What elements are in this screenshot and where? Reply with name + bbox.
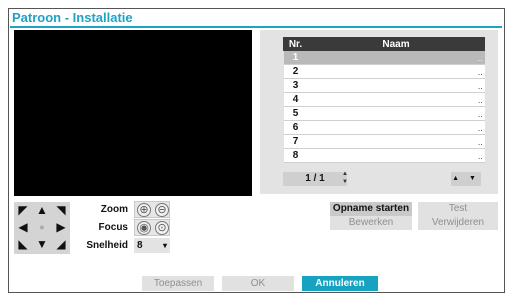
spin-down-icon[interactable]: ▼ <box>341 178 349 186</box>
speed-select[interactable]: 8 ▾ <box>134 238 170 253</box>
row-number: 7 <box>283 134 308 149</box>
page-spinner[interactable]: ▲ ▼ <box>341 170 349 186</box>
row-number: 8 <box>283 148 308 163</box>
ok-button[interactable]: OK <box>222 276 294 291</box>
row-name[interactable]: .. <box>307 134 485 149</box>
row-number: 5 <box>283 106 308 121</box>
row-name[interactable]: .. <box>307 92 485 107</box>
edit-name-button[interactable]: .. <box>478 69 482 77</box>
row-name[interactable]: .. <box>307 120 485 135</box>
pan-up-left-button[interactable]: ◤ <box>14 202 32 219</box>
cancel-button[interactable]: Annuleren <box>302 276 378 291</box>
video-preview <box>14 30 252 196</box>
table-row[interactable]: 2 .. <box>283 64 485 79</box>
test-button[interactable]: Test <box>418 202 498 216</box>
title-divider <box>10 26 502 28</box>
row-number: 1 <box>283 50 308 65</box>
zoom-out-icon[interactable]: ⊖ <box>155 203 169 217</box>
edit-name-button[interactable]: .. <box>478 97 482 105</box>
chevron-down-icon: ▾ <box>162 241 167 250</box>
zoom-in-icon[interactable]: ⊕ <box>137 203 151 217</box>
edit-name-button[interactable]: .. <box>478 153 482 161</box>
table-row[interactable]: 5 .. <box>283 106 485 121</box>
row-name[interactable]: .. <box>307 78 485 93</box>
pan-down-left-button[interactable]: ◣ <box>14 236 32 253</box>
table-row[interactable]: 4 .. <box>283 92 485 107</box>
table-row[interactable]: 8 .. <box>283 148 485 163</box>
start-recording-button[interactable]: Opname starten <box>330 202 412 216</box>
spin-up-icon[interactable]: ▲ <box>341 170 349 178</box>
row-name[interactable]: .. <box>307 148 485 163</box>
row-name[interactable]: .. <box>307 50 485 65</box>
edit-name-button[interactable]: .. <box>478 83 482 91</box>
pan-up-right-button[interactable]: ◥ <box>52 202 70 219</box>
focus-label: Focus <box>98 222 128 233</box>
column-header-naam: Naam <box>307 37 485 51</box>
row-number: 4 <box>283 92 308 107</box>
row-number: 2 <box>283 64 308 79</box>
table-row[interactable]: 6 .. <box>283 120 485 135</box>
pan-down-right-button[interactable]: ◢ <box>52 236 70 253</box>
page-nav-buttons[interactable]: ▲ ▼ <box>451 172 481 186</box>
dialog-title: Patroon - Installatie <box>12 10 133 25</box>
edit-name-button[interactable]: .. <box>478 139 482 147</box>
page-indicator: 1 / 1 <box>283 172 347 186</box>
edit-name-button[interactable]: .. <box>478 125 482 133</box>
edit-name-button[interactable]: .. <box>478 55 482 63</box>
table-row[interactable]: 1 .. <box>283 50 485 65</box>
speed-value: 8 <box>137 240 143 251</box>
row-name[interactable]: .. <box>307 106 485 121</box>
focus-far-icon[interactable]: ⊙ <box>155 221 169 235</box>
apply-button[interactable]: Toepassen <box>142 276 214 291</box>
pan-right-button[interactable]: ▶ <box>52 219 70 236</box>
row-name[interactable]: .. <box>307 64 485 79</box>
delete-button[interactable]: Verwijderen <box>418 216 498 230</box>
tilt-up-button[interactable]: ▲ <box>33 202 51 219</box>
ptz-direction-pad: ◤ ▲ ◥ ◀ ● ▶ ◣ ▼ ◢ <box>14 202 70 254</box>
row-number: 6 <box>283 120 308 135</box>
speed-label: Snelheid <box>86 240 128 251</box>
edit-button[interactable]: Bewerken <box>330 216 412 230</box>
ptz-center-button[interactable]: ● <box>33 219 51 236</box>
table-row[interactable]: 7 .. <box>283 134 485 149</box>
pan-left-button[interactable]: ◀ <box>14 219 32 236</box>
edit-name-button[interactable]: .. <box>478 111 482 119</box>
focus-near-icon[interactable]: ◉ <box>137 221 151 235</box>
table-row[interactable]: 3 .. <box>283 78 485 93</box>
column-header-nr: Nr. <box>283 37 308 51</box>
tilt-down-button[interactable]: ▼ <box>33 236 51 253</box>
pattern-table: Nr. Naam 1 .. 2 .. 3 .. 4 .. 5 .. 6 .. 7 <box>283 37 485 163</box>
row-number: 3 <box>283 78 308 93</box>
zoom-label: Zoom <box>100 204 128 215</box>
